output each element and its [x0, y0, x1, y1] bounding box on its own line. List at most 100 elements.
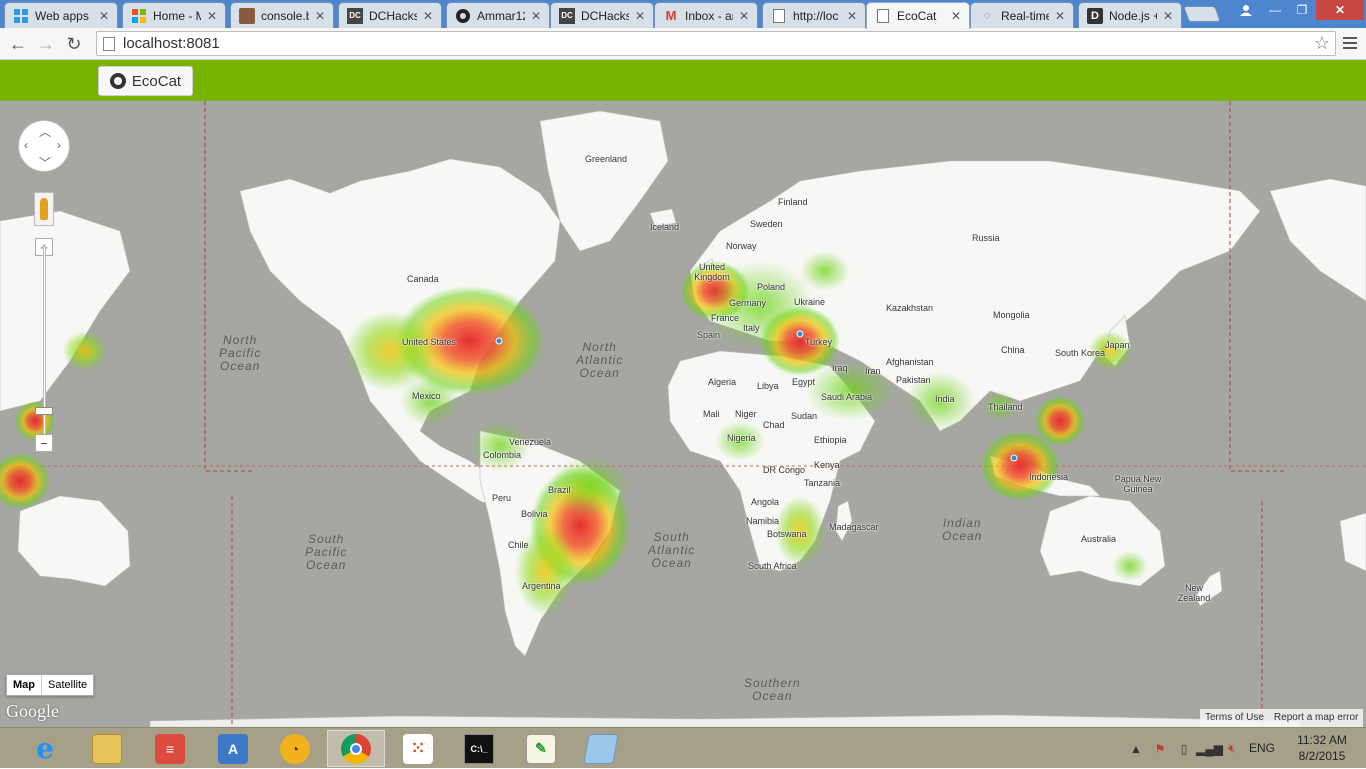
url-text[interactable]: localhost:8081 [123, 35, 1309, 52]
apps-grid-icon: ⁙ [403, 733, 433, 764]
close-icon[interactable]: ✕ [949, 9, 963, 23]
taskbar-apps-grid[interactable]: ⁙ [389, 730, 447, 767]
street-view-pegman-icon[interactable] [34, 192, 54, 226]
heat-blob-japan-left [63, 331, 107, 371]
system-clock[interactable]: 11:32 AM 8/2/2015 [1282, 732, 1362, 764]
place-label: Argentina [522, 581, 561, 591]
pan-left-icon[interactable]: ‹ [24, 138, 28, 152]
madagascar-land [835, 500, 853, 542]
folder-icon [92, 733, 122, 764]
place-label: Namibia [746, 516, 780, 526]
map-canvas [0, 101, 1366, 727]
close-icon[interactable]: ✕ [205, 9, 219, 23]
taskbar-notes[interactable] [572, 730, 630, 767]
user-icon[interactable] [1232, 0, 1260, 20]
close-icon[interactable]: ✕ [633, 9, 647, 23]
place-label: Saudi Arabia [821, 392, 873, 402]
pan-up-icon[interactable]: ︿ [39, 123, 51, 140]
place-label: India [935, 394, 955, 404]
todoist-icon: ≡ [155, 733, 185, 764]
tab-inbox[interactable]: M Inbox - ar ✕ [654, 2, 758, 28]
tab-console[interactable]: console.b ✕ [230, 2, 334, 28]
tab-dchacks-1[interactable]: DC DCHacks ✕ [338, 2, 442, 28]
taskbar-app-a[interactable]: A [204, 730, 262, 767]
close-icon[interactable]: ✕ [421, 9, 435, 23]
place-label: DR Congo [763, 465, 806, 475]
browser-toolbar: ← → ↻ localhost:8081 ☆ [0, 28, 1366, 60]
close-icon[interactable]: ✕ [1161, 9, 1175, 23]
back-arrow-icon: ← [9, 33, 27, 54]
page-icon [103, 36, 115, 51]
volume-muted-icon[interactable]: 🔇︎ [1220, 741, 1244, 756]
tab-label: Home - M [153, 8, 201, 23]
power-icon[interactable]: ▯ [1172, 742, 1196, 756]
taskbar-command-prompt[interactable]: C:\_ [450, 730, 508, 767]
north-america-right-land [1269, 178, 1366, 302]
taskbar-notepad-plus[interactable]: ✎ [512, 730, 570, 767]
tab-realtime[interactable]: ◌ Real-time ✕ [970, 2, 1074, 28]
place-label: Greenland [585, 154, 628, 164]
language-indicator[interactable]: ENG [1249, 741, 1275, 755]
zoom-slider-handle[interactable] [35, 407, 53, 415]
taskbar-file-explorer[interactable] [78, 730, 136, 767]
network-icon[interactable]: ▂▄▆ [1196, 742, 1223, 756]
tab-label: http://loc [793, 8, 839, 23]
loading-icon: ◌ [983, 9, 991, 22]
place-label: China [1001, 345, 1025, 355]
report-map-error-link[interactable]: Report a map error [1268, 709, 1364, 727]
close-icon[interactable]: ✕ [529, 9, 543, 23]
show-hidden-icons-icon[interactable]: ▲ [1124, 742, 1148, 756]
dc-icon: DC [559, 7, 575, 24]
ecocat-brand-button[interactable]: EcoCat [98, 66, 193, 96]
zoom-out-button[interactable]: − [35, 434, 53, 452]
taskbar-chrome[interactable] [327, 730, 385, 767]
reload-button[interactable]: ↻ [62, 32, 86, 56]
map-type-satellite-button[interactable]: Satellite [42, 675, 93, 695]
taskbar-speed-gauge[interactable]: ◔ [266, 730, 324, 767]
windows-icon [131, 8, 147, 24]
close-icon[interactable]: ✕ [845, 9, 859, 23]
map-type-map-button[interactable]: Map [7, 675, 42, 695]
tab-label: DCHacks [369, 8, 417, 23]
pan-down-icon[interactable]: ﹀ [39, 154, 51, 171]
place-label: Spain [697, 330, 721, 340]
tab-localhost[interactable]: http://loc ✕ [762, 2, 866, 28]
tab-home[interactable]: Home - M ✕ [122, 2, 226, 28]
place-label: Canada [407, 274, 439, 284]
heatmap-world-map[interactable]: Greenland Iceland Finland Sweden Norway … [0, 101, 1366, 727]
tab-dchacks-2[interactable]: DC DCHacks ✕ [550, 2, 654, 28]
new-tab-button[interactable] [1183, 6, 1221, 22]
google-logo: Google [6, 701, 59, 721]
forward-button[interactable]: → [34, 32, 58, 56]
place-label: Ethiopia [814, 435, 847, 445]
taskbar-todoist[interactable]: ≡ [141, 730, 199, 767]
maximize-button[interactable]: ❐ [1288, 0, 1316, 20]
close-icon[interactable]: ✕ [1053, 9, 1067, 23]
back-button[interactable]: ← [6, 32, 30, 56]
place-label: Nigeria [727, 433, 756, 443]
close-icon[interactable]: ✕ [737, 9, 751, 23]
place-label: Chile [508, 540, 529, 550]
pan-control[interactable]: ︿ ﹀ ‹ › [18, 120, 70, 172]
bookmark-star-icon[interactable]: ☆ [1309, 33, 1335, 54]
close-icon[interactable]: ✕ [313, 9, 327, 23]
heat-blob-indonesia-left [0, 453, 50, 509]
address-bar[interactable]: localhost:8081 ☆ [96, 31, 1336, 56]
ocean-label: North Atlantic Ocean [576, 340, 624, 380]
close-window-button[interactable]: ✕ [1316, 0, 1364, 20]
tab-nodejs[interactable]: D Node.js + ✕ [1078, 2, 1182, 28]
close-icon[interactable]: ✕ [97, 9, 111, 23]
clock-time: 11:32 AM [1297, 733, 1347, 747]
tab-github[interactable]: Ammar12 ✕ [446, 2, 550, 28]
place-label: Brazil [548, 485, 571, 495]
tab-ecocat[interactable]: EcoCat ✕ [866, 2, 970, 29]
terms-of-use-link[interactable]: Terms of Use [1200, 709, 1269, 727]
place-label: Chad [763, 420, 785, 430]
taskbar-internet-explorer[interactable]: e [16, 730, 74, 767]
chrome-menu-button[interactable] [1340, 34, 1360, 54]
minimize-button[interactable]: — [1262, 0, 1288, 20]
tab-web-apps[interactable]: Web apps ✕ [4, 2, 118, 28]
action-center-icon[interactable]: ⚑ [1148, 742, 1172, 756]
pan-right-icon[interactable]: › [57, 138, 61, 152]
heat-blob-russia-west [800, 251, 850, 291]
